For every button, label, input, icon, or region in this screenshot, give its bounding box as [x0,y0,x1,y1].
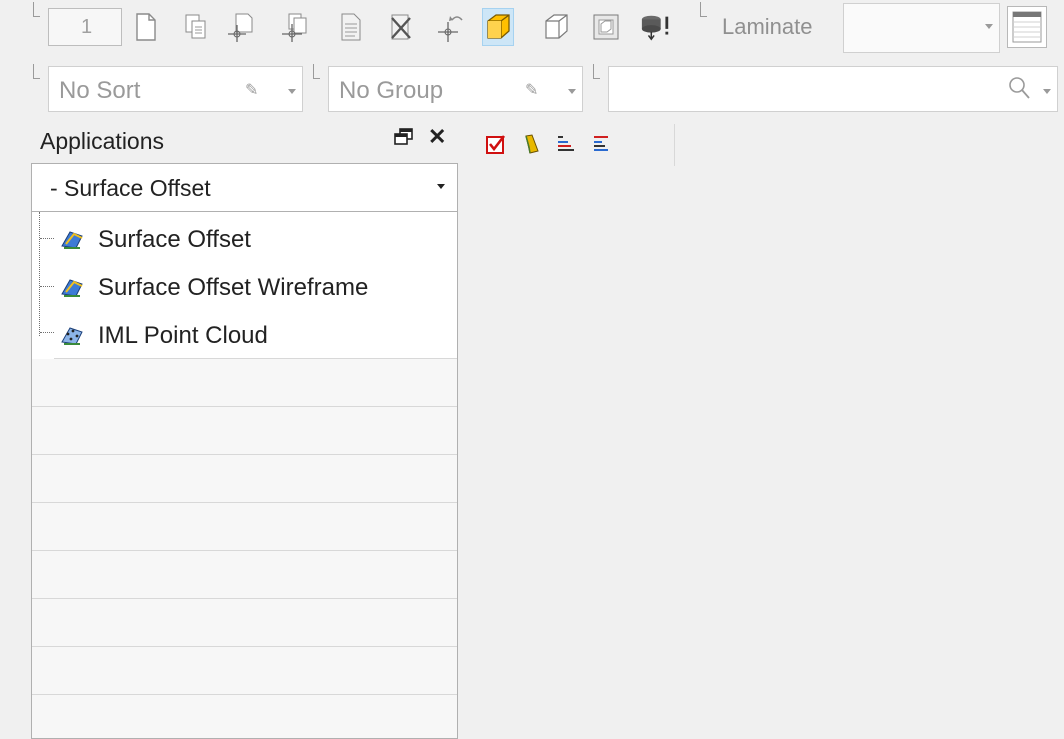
group-combo[interactable]: No Group ✎ [328,66,583,112]
application-tree: Surface Offset Surface Offset Wireframe … [31,212,458,739]
add-point-icon[interactable] [225,8,257,46]
chevron-down-icon[interactable] [437,184,445,189]
tree-item[interactable]: Surface Offset Wireframe [54,262,457,311]
empty-row [32,695,457,738]
chevron-down-icon[interactable] [288,89,296,94]
laminate-label: Laminate [722,14,813,39]
ply-rotate-icon[interactable] [435,8,467,46]
sort-combo[interactable]: No Sort ✎ [48,66,303,112]
tree-item-label: IML Point Cloud [98,322,268,349]
empty-row [32,599,457,647]
empty-row [32,503,457,551]
search-combo[interactable] [608,66,1058,112]
database-alert-icon[interactable] [640,8,672,46]
empty-row [32,647,457,695]
chevron-down-icon[interactable] [985,24,993,29]
pencil-icon[interactable]: ✎ [245,80,258,100]
float-window-icon[interactable] [394,128,414,151]
chevron-down-icon[interactable] [568,89,576,94]
add-point-copy-icon[interactable] [280,8,312,46]
application-select[interactable]: - Surface Offset [31,163,458,212]
page-number-field[interactable]: 1 [48,8,122,46]
panel-title: Applications [40,128,165,154]
brush-icon[interactable] [520,133,542,155]
applications-header: Applications ✕ [30,120,460,162]
empty-row [32,455,457,503]
align-center-icon[interactable] [590,133,612,155]
divider [674,124,675,166]
chevron-down-icon[interactable] [1043,89,1051,94]
laminate-select[interactable] [843,3,1000,53]
toolbar-grip[interactable] [33,64,40,79]
close-icon[interactable]: ✕ [428,124,446,150]
check-icon[interactable] [485,133,507,155]
empty-row [32,551,457,599]
empty-row [32,359,457,407]
delete-document-icon[interactable] [385,8,417,46]
tree-item[interactable]: IML Point Cloud [54,310,457,359]
copy-document-icon[interactable] [180,8,212,46]
point-cloud-icon [60,322,86,346]
inner-cube-icon[interactable] [590,8,622,46]
empty-row [32,407,457,455]
table-view-icon[interactable] [1007,6,1047,48]
sort-value: No Sort [59,77,141,104]
tree-item[interactable]: Surface Offset [54,214,457,263]
group-value: No Group [339,77,444,104]
toolbar-grip[interactable] [700,2,707,17]
toolbar-grip[interactable] [33,2,40,17]
tree-connector [39,212,41,336]
pencil-icon[interactable]: ✎ [525,80,538,100]
wire-cube-icon[interactable] [540,8,572,46]
solid-cube-icon[interactable] [482,8,514,46]
application-select-value: - Surface Offset [50,175,211,201]
surface-offset-wireframe-icon [60,274,86,298]
tree-item-label: Surface Offset [98,226,251,253]
toolbar-grip[interactable] [593,64,600,79]
tree-item-label: Surface Offset Wireframe [98,274,369,301]
new-document-icon[interactable] [130,8,162,46]
surface-offset-icon [60,226,86,250]
toolbar-grip[interactable] [313,64,320,79]
align-left-icon[interactable] [555,133,577,155]
search-icon[interactable] [1007,75,1031,106]
document-text-icon[interactable] [335,8,367,46]
